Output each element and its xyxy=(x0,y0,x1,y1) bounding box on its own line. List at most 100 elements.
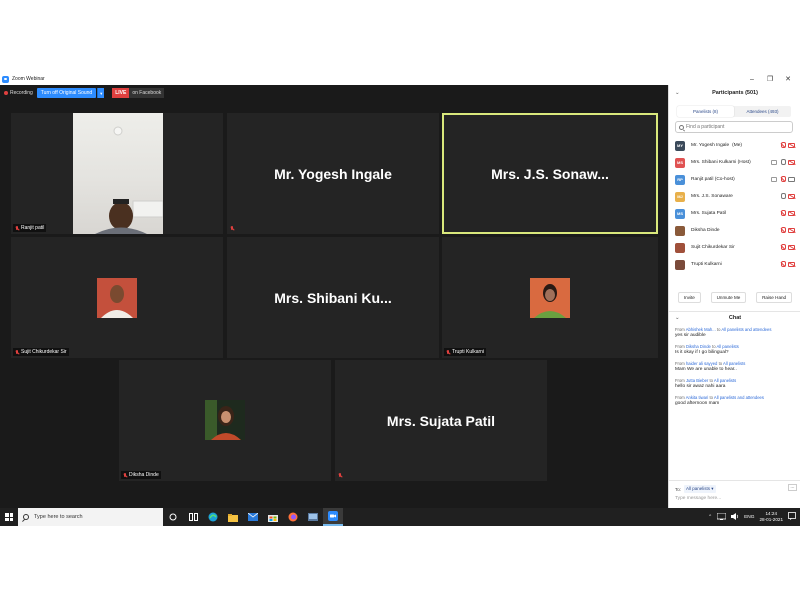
meeting-toolbar: Recording Turn off Original Sound ▼ LIVE… xyxy=(4,87,165,99)
mic-icon xyxy=(780,193,786,199)
chat-message: From Ankita tiwari to All panelists and … xyxy=(675,395,797,407)
video-off-icon xyxy=(788,245,795,250)
chevron-up-icon[interactable]: ⌃ xyxy=(708,515,712,520)
video-off-icon xyxy=(788,143,795,148)
video-tile-sujit[interactable]: Sujit Chikurdekar Sir xyxy=(11,237,223,358)
video-tile-yogesh[interactable]: Mr. Yogesh Ingale xyxy=(227,113,439,234)
message-sender[interactable]: haider ali sayyed xyxy=(686,361,717,366)
live-badge[interactable]: LIVE xyxy=(112,88,130,98)
chat-message: From Jutta Bieber to All panelists hello… xyxy=(675,378,797,390)
participant-row[interactable]: MS Mrs. Shibani Kulkarni (Host) xyxy=(669,154,800,171)
maximize-icon[interactable]: ❐ xyxy=(761,73,779,85)
participant-name: Mrs. Shibani Kulkarni (Host) xyxy=(691,160,751,165)
to-label: to xyxy=(716,327,721,332)
avatar xyxy=(675,225,685,236)
message-recipient: All panelists and attendees xyxy=(713,395,764,400)
participant-row[interactable]: Trupti Kulkarni xyxy=(669,256,800,273)
participant-row[interactable]: MY Mr. Yogesh Ingale (Me) xyxy=(669,137,800,154)
recording-dot-icon xyxy=(4,91,8,95)
participant-name: Trupti Kulkarni xyxy=(691,262,722,267)
mail-icon[interactable] xyxy=(243,508,263,526)
original-sound-button[interactable]: Turn off Original Sound xyxy=(36,88,97,98)
chevron-down-icon[interactable]: ⌄ xyxy=(675,88,680,98)
video-tile-ranjit[interactable]: Ranjit patil xyxy=(11,113,223,234)
video-icon xyxy=(788,177,795,182)
video-tile-diksha[interactable]: Diksha Dinde xyxy=(119,360,331,481)
chat-header: ⌄ Chat xyxy=(669,311,800,321)
message-text: Mam We are unable to hear.. xyxy=(675,367,737,372)
chat-recipient-select[interactable]: All panelists ▾ xyxy=(684,485,716,493)
participant-search[interactable] xyxy=(675,121,793,133)
muted-mic-icon xyxy=(780,244,786,250)
participant-row[interactable]: Diksha Dinde xyxy=(669,222,800,239)
participant-row[interactable]: MS Mrs. Sujata Patil xyxy=(669,205,800,222)
notification-icon[interactable] xyxy=(788,512,796,522)
zoom-taskbar-icon[interactable] xyxy=(323,508,343,526)
to-label: to xyxy=(718,361,723,366)
more-options-button[interactable]: ... xyxy=(788,484,797,491)
windows-taskbar: Type here to search ⌃ ENG 14:24 28-01-20… xyxy=(0,508,800,526)
muted-mic-icon xyxy=(338,473,342,478)
participant-search-input[interactable] xyxy=(686,124,786,130)
volume-icon[interactable] xyxy=(731,512,739,522)
video-tile-shibani[interactable]: Mrs. Shibani Ku... xyxy=(227,237,439,358)
message-text: Is it okay if I go bilingual? xyxy=(675,350,729,355)
chevron-down-icon[interactable]: ⌄ xyxy=(675,313,680,323)
screen-share-icon xyxy=(771,160,777,165)
chat-title: Chat xyxy=(728,315,742,321)
message-sender[interactable]: Jutta Bieber xyxy=(686,378,708,383)
muted-mic-icon xyxy=(15,225,19,231)
screen-share-icon xyxy=(771,177,777,182)
video-off-icon xyxy=(788,262,795,267)
video-off-icon xyxy=(788,211,795,216)
clock[interactable]: 14:24 28-01-2021 xyxy=(760,511,784,523)
video-tile-trupti[interactable]: Trupti Kulkarni xyxy=(442,237,658,358)
close-icon[interactable]: ✕ xyxy=(779,73,797,85)
chevron-down-icon: ▾ xyxy=(711,486,714,491)
message-sender[interactable]: Diksha Dinde xyxy=(686,344,711,349)
input-language[interactable]: ENG xyxy=(744,515,754,520)
participant-name: Mr. Yogesh Ingale xyxy=(691,143,730,148)
taskbar-search[interactable]: Type here to search xyxy=(18,508,163,526)
recording-indicator: Recording xyxy=(4,90,33,96)
to-label: to xyxy=(709,395,713,400)
app-icon[interactable] xyxy=(303,508,323,526)
video-tile-sujata[interactable]: Mrs. Sujata Patil xyxy=(335,360,547,481)
tab-attendees[interactable]: Attendees (493) xyxy=(734,106,791,117)
invite-button[interactable]: Invite xyxy=(677,292,701,303)
name-tag: Diksha Dinde xyxy=(121,471,161,479)
participant-row[interactable]: RP Ranjit patil (Co-host) xyxy=(669,171,800,188)
store-icon[interactable] xyxy=(263,508,283,526)
raise-hand-button[interactable]: Raise Hand xyxy=(756,292,793,303)
file-explorer-icon[interactable] xyxy=(223,508,243,526)
message-sender[interactable]: Ankita tiwari xyxy=(686,395,709,400)
participant-row[interactable]: MJ Mrs. J.S. Sonaware xyxy=(669,188,800,205)
video-off-icon xyxy=(788,194,795,199)
network-icon[interactable] xyxy=(716,512,727,522)
unmute-me-button[interactable]: Unmute Me xyxy=(710,292,747,303)
task-view-icon[interactable] xyxy=(183,508,203,526)
tab-panelists[interactable]: Panelists (8) xyxy=(677,106,734,117)
chat-message-input[interactable]: Type message here... xyxy=(675,496,795,501)
message-recipient: All panelists xyxy=(723,361,746,366)
message-sender[interactable]: Abhishek Mah... xyxy=(686,327,716,332)
start-button[interactable] xyxy=(0,508,18,526)
avatar xyxy=(675,242,685,253)
chat-message: From Abhishek Mah... to All panelists an… xyxy=(675,327,797,339)
message-text: yes sir audible xyxy=(675,333,706,338)
video-tile-sonaware[interactable]: Mrs. J.S. Sonaw... xyxy=(442,113,658,234)
muted-mic-icon[interactable] xyxy=(780,142,786,148)
participant-row[interactable]: Sujit Chikurdekar Sir xyxy=(669,239,800,256)
minimize-icon[interactable]: – xyxy=(743,73,761,85)
edge-browser-icon[interactable] xyxy=(203,508,223,526)
cortana-icon[interactable] xyxy=(163,508,183,526)
chat-recipient-value: All panelists xyxy=(686,486,711,491)
video-off-icon xyxy=(788,160,795,165)
avatar: MS xyxy=(675,157,685,168)
title-bar: Zoom Webinar – ❐ ✕ xyxy=(0,73,800,85)
participant-display-name: Mrs. J.S. Sonaw... xyxy=(491,165,609,182)
firefox-icon[interactable] xyxy=(283,508,303,526)
chevron-down-icon[interactable]: ▼ xyxy=(97,88,105,98)
live-destination[interactable]: on Facebook xyxy=(129,88,165,98)
profile-picture xyxy=(97,278,137,318)
